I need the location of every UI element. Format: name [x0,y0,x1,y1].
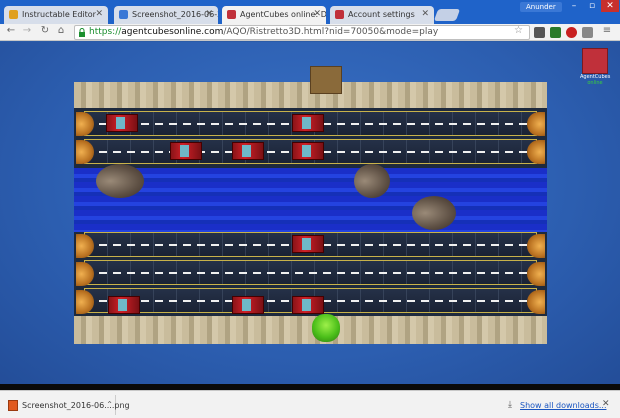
logo-subtext: online [587,80,603,86]
reload-icon[interactable]: ↻ [38,25,52,36]
agentcubes-favicon-icon [227,10,236,19]
back-arrow-icon[interactable]: ← [4,25,18,36]
address-bar[interactable]: https://agentcubesonline.com/AQO/Ristret… [74,25,530,40]
url-host: agentcubesonline.com [121,27,224,37]
floating-log [354,164,390,198]
url-scheme: https:// [89,27,122,37]
car [232,296,264,314]
spiral-spawner [527,140,545,164]
bottom-sand-strip [74,316,547,344]
maximize-icon[interactable]: ▫ [583,0,601,12]
car [106,114,138,132]
road-lane [84,260,537,285]
download-arrow-icon: ⤓ [508,400,512,410]
extension-grid-icon[interactable] [534,27,545,38]
browser-toolbar: ← → ↻ ⌂ https://agentcubesonline.com/AQO… [0,24,620,41]
car [292,142,324,160]
river [74,168,547,232]
download-filename: Screenshot_2016-06....png [22,401,130,410]
close-tab-icon[interactable]: ✕ [95,9,103,19]
home-icon[interactable]: ⌂ [54,25,68,36]
show-all-downloads-link[interactable]: Show all downloads... [520,401,607,410]
logo-cube-icon [582,48,608,74]
url-path: /AQO/Ristretto3D.html?nid=70050&mode=pla… [223,27,439,37]
close-tab-icon[interactable]: ✕ [205,9,213,19]
star-icon[interactable]: ☆ [514,25,523,36]
car [170,142,202,160]
new-tab-button[interactable] [433,9,461,21]
tab-title: Instructable Editor [22,10,96,19]
extension-green-icon[interactable] [550,27,561,38]
close-shelf-icon[interactable]: ✕ [602,399,610,409]
game-world[interactable] [74,66,547,344]
dropbox-favicon-icon [119,10,128,19]
extension-gray-icon[interactable] [582,27,593,38]
lock-icon [79,28,85,37]
spiral-spawner [527,234,545,258]
floating-log [96,164,144,198]
car [292,114,324,132]
car [232,142,264,160]
browser-window: Instructable Editor ✕ Screenshot_2016-06… [0,0,620,418]
car [292,296,324,314]
chevron-up-icon[interactable]: ⌃ [106,400,113,409]
forward-arrow-icon[interactable]: → [20,25,34,36]
close-window-icon[interactable]: ✕ [601,0,619,12]
spiral-spawner [527,112,545,136]
tab-strip: Instructable Editor ✕ Screenshot_2016-06… [0,0,620,24]
minimize-icon[interactable]: – [565,0,583,12]
spiral-spawner [527,290,545,314]
close-tab-icon[interactable]: ✕ [421,9,429,19]
profile-button[interactable]: Anunder [520,2,562,12]
download-shelf: Screenshot_2016-06....png ⌃ ⤓ Show all d… [0,390,620,418]
hamburger-menu-icon[interactable]: ≡ [600,25,614,36]
tab-account-settings[interactable]: Account settings ✕ [330,6,434,24]
instructables-favicon-icon [9,10,18,19]
car [108,296,140,314]
car [292,235,324,253]
frog-player[interactable] [312,314,340,342]
tab-title: Account settings [348,10,415,19]
image-file-icon [8,400,18,411]
spiral-spawner [527,262,545,286]
agentcubes-favicon-icon [335,10,344,19]
goal-box [310,66,342,94]
close-tab-icon[interactable]: ✕ [313,9,321,19]
tab-screenshot[interactable]: Screenshot_2016-06-23-... ✕ [114,6,218,24]
agentcubes-logo[interactable]: AgentCubes online [580,48,610,88]
tab-instructable-editor[interactable]: Instructable Editor ✕ [4,6,108,24]
download-item[interactable]: Screenshot_2016-06....png ⌃ [4,395,130,415]
adblock-icon[interactable] [566,27,577,38]
tab-agentcubes[interactable]: AgentCubes online: Day... ✕ [222,6,326,24]
floating-log [412,196,456,230]
